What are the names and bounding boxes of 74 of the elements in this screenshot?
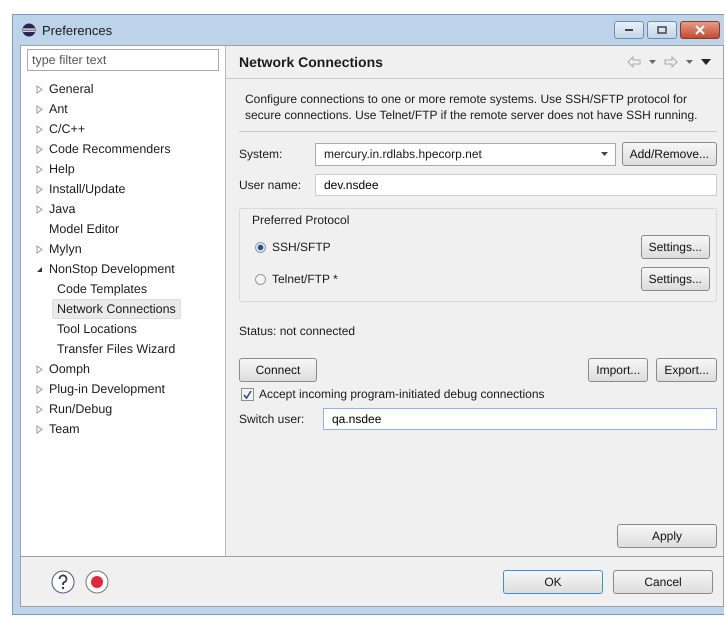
collapsed-arrow-icon[interactable] (36, 384, 43, 394)
tree-item[interactable]: Transfer Files Wizard (52, 339, 180, 359)
description-text: Configure connections to one or more remote systems. Use SSH/SFTP protocol for secure connections. Use Telnet/FTP if the remote server does not have SSH running. (239, 91, 717, 132)
view-menu-icon[interactable] (701, 59, 711, 65)
collapsed-arrow-icon[interactable] (36, 164, 43, 174)
tree-item[interactable]: Plug-in Development (27, 379, 166, 399)
tree-item[interactable]: C/C++ (27, 119, 86, 139)
checkbox-label: Accept incoming program-initiated debug connections (259, 387, 544, 401)
minimize-button[interactable] (614, 21, 644, 39)
eclipse-icon (22, 23, 36, 37)
status-text: Status: not connected (239, 324, 356, 338)
switch-user-label: Switch user: (239, 412, 306, 426)
page-title: Network Connections (239, 54, 383, 70)
forward-arrow-icon[interactable] (664, 56, 678, 68)
dialog-button[interactable]: Cancel (613, 570, 713, 594)
maximize-button[interactable] (647, 21, 677, 39)
window-title: Preferences (42, 22, 112, 38)
dialog-button[interactable]: OK (503, 570, 603, 594)
tree-item[interactable]: Run/Debug (27, 399, 114, 419)
radio-button[interactable] (255, 274, 266, 284)
tree-item[interactable]: General (27, 79, 94, 99)
help-icon[interactable] (51, 570, 75, 594)
export-button[interactable]: Export... (656, 358, 717, 382)
close-button[interactable] (680, 21, 720, 39)
tree-item[interactable]: Ant (27, 99, 69, 119)
tree-item[interactable]: Code Templates (52, 279, 152, 299)
connect-button[interactable]: Connect (239, 358, 317, 382)
checkbox[interactable] (241, 388, 254, 400)
radio-button[interactable] (255, 242, 266, 252)
minimize-icon (624, 28, 634, 32)
collapsed-arrow-icon[interactable] (36, 124, 43, 134)
radio-label: SSH/SFTP (272, 240, 331, 254)
tree-item[interactable]: Java (27, 199, 76, 219)
settings-button[interactable]: Settings... (640, 267, 710, 291)
check-icon (243, 390, 252, 398)
collapsed-arrow-icon[interactable] (36, 144, 43, 154)
tree-item[interactable]: Install/Update (27, 179, 126, 199)
user-name-label: User name: (239, 178, 302, 192)
system-label: System: (239, 147, 284, 161)
apply-button[interactable]: Apply (617, 524, 717, 548)
collapsed-arrow-icon[interactable] (36, 244, 43, 254)
collapsed-arrow-icon[interactable] (36, 364, 43, 374)
dropdown-icon[interactable] (600, 152, 608, 156)
expanded-arrow-icon[interactable] (36, 266, 43, 272)
tree-item[interactable]: NonStop Development (27, 259, 176, 279)
collapsed-arrow-icon[interactable] (36, 184, 43, 194)
import-button[interactable]: Import... (588, 358, 648, 382)
group-title: Preferred Protocol (252, 213, 350, 227)
add-remove-button[interactable]: Add/Remove... (622, 142, 717, 166)
collapsed-arrow-icon[interactable] (36, 84, 43, 94)
tree-item[interactable]: Help (27, 159, 76, 179)
filter-field[interactable]: type filter text (27, 49, 219, 71)
system-combo[interactable]: mercury.in.rdlabs.hpecorp.net (315, 142, 616, 166)
record-icon[interactable] (85, 570, 109, 594)
tree-item[interactable]: Model Editor (27, 219, 120, 239)
tree-item[interactable]: Tool Locations (52, 319, 142, 339)
user-name-field[interactable]: dev.nsdee (315, 174, 717, 196)
tree-item[interactable]: Network Connections (52, 299, 181, 319)
back-arrow-icon[interactable] (627, 56, 641, 68)
collapsed-arrow-icon[interactable] (36, 424, 43, 434)
tree-item[interactable]: Code Recommenders (27, 139, 172, 159)
collapsed-arrow-icon[interactable] (36, 104, 43, 114)
switch-user-field[interactable]: qa.nsdee (323, 408, 717, 430)
collapsed-arrow-icon[interactable] (36, 404, 43, 414)
dropdown-icon[interactable] (649, 60, 656, 64)
tree-item[interactable]: Team (27, 419, 81, 439)
close-icon (695, 25, 705, 35)
settings-button[interactable]: Settings... (640, 235, 710, 259)
collapsed-arrow-icon[interactable] (36, 204, 43, 214)
radio-label: Telnet/FTP * (272, 272, 338, 286)
tree-item[interactable]: Mylyn (27, 239, 83, 259)
tree-item[interactable]: Oomph (27, 359, 91, 379)
dropdown-icon[interactable] (686, 60, 693, 64)
maximize-icon (657, 26, 667, 34)
